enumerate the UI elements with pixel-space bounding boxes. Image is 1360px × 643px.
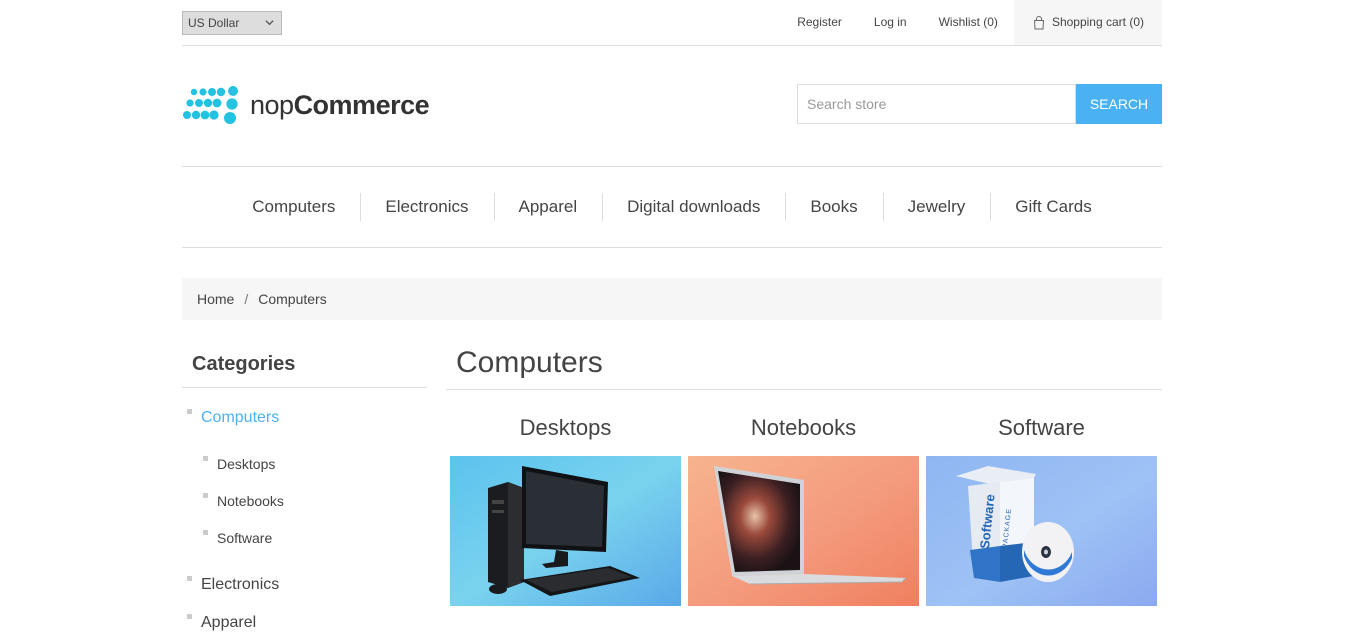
sidebar-categories: Categories Computers Desktops Notebooks … [182,340,427,632]
subcategory-link-software[interactable]: Software [217,530,272,546]
subcategory-notebooks[interactable]: Notebooks [688,408,919,606]
chevron-down-icon [265,20,274,26]
currency-selected: US Dollar [188,16,240,30]
subcategory-grid: Desktops Notebooks Software [450,408,1157,606]
search-box: Search [797,84,1162,124]
header-upper: US Dollar Register Log in Wishlist (0) S… [182,0,1162,46]
search-button[interactable]: Search [1076,84,1162,124]
subcategory-item-software: Software [182,530,427,546]
laptop-image[interactable] [688,456,919,606]
logo-text: nopCommerce [250,89,430,121]
subcategory-desktops[interactable]: Desktops [450,408,681,606]
category-list: Computers Desktops Notebooks Software El… [182,409,427,632]
logo-text-bold: Commerce [293,89,430,120]
logo-dots-icon [183,86,238,124]
subcategory-item-desktops: Desktops [182,456,427,472]
subcategory-software[interactable]: Software [926,408,1157,606]
header-links: Register Log in Wishlist (0) Shopping ca… [781,0,1162,45]
menu-item-apparel[interactable]: Apparel [493,192,603,222]
login-link[interactable]: Log in [858,0,923,45]
category-item-electronics: Electronics [182,576,427,594]
subcategory-link-desktops[interactable]: Desktops [217,456,275,472]
breadcrumb-current: Computers [258,291,327,307]
shopping-cart-link[interactable]: Shopping cart (0) [1013,0,1162,45]
shopping-cart-label: Shopping cart (0) [1051,15,1144,29]
breadcrumb: Home / Computers [182,278,1162,320]
register-link[interactable]: Register [781,0,858,45]
subcategory-item-notebooks: Notebooks [182,493,427,509]
desktop-computer-image[interactable] [450,456,681,606]
wishlist-link[interactable]: Wishlist (0) [923,0,1014,45]
subcategory-title-notebooks: Notebooks [750,415,857,440]
menu-item-electronics[interactable]: Electronics [360,192,493,222]
category-page: Computers Desktops Notebooks Software [446,340,1162,606]
menu-item-jewelry[interactable]: Jewelry [882,192,991,222]
menu-item-digital-downloads[interactable]: Digital downloads [602,192,785,222]
category-item-apparel: Apparel [182,614,427,632]
menu-item-computers[interactable]: Computers [227,192,360,222]
top-menu: Computers Electronics Apparel Digital do… [182,166,1162,248]
search-input[interactable] [797,84,1076,124]
subcategory-link-notebooks[interactable]: Notebooks [217,493,284,509]
sidebar-title: Categories [182,340,427,388]
menu-item-books[interactable]: Books [785,192,882,222]
logo-text-light: nop [250,89,294,120]
category-item-computers: Computers [182,409,427,427]
subcategory-title-software: Software [998,415,1085,440]
category-link-electronics[interactable]: Electronics [201,576,279,593]
currency-selector[interactable]: US Dollar [182,11,282,35]
menu-item-gift-cards[interactable]: Gift Cards [990,192,1117,222]
subcategory-title-desktops: Desktops [519,415,612,440]
software-box-image[interactable] [926,456,1157,606]
shopping-bag-icon [1033,15,1044,29]
category-link-apparel[interactable]: Apparel [201,614,256,631]
breadcrumb-home[interactable]: Home [197,291,234,307]
store-logo[interactable]: nopCommerce [182,82,430,128]
breadcrumb-separator: / [244,291,249,307]
page-title: Computers [446,340,1162,390]
category-link-computers[interactable]: Computers [201,409,279,426]
